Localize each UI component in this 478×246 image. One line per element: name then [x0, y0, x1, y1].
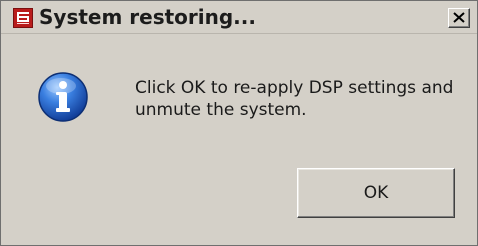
- window-title: System restoring...: [39, 5, 256, 29]
- dialog-window: System restoring... Click OK to re-apply…: [0, 0, 478, 246]
- ok-button[interactable]: OK: [297, 168, 455, 218]
- app-logo-icon: [13, 8, 33, 28]
- title-bar[interactable]: System restoring...: [1, 1, 477, 34]
- close-button[interactable]: [448, 8, 470, 28]
- close-icon: [453, 12, 465, 23]
- info-icon: [37, 71, 89, 123]
- dialog-message: Click OK to re-apply DSP settings and un…: [135, 78, 454, 120]
